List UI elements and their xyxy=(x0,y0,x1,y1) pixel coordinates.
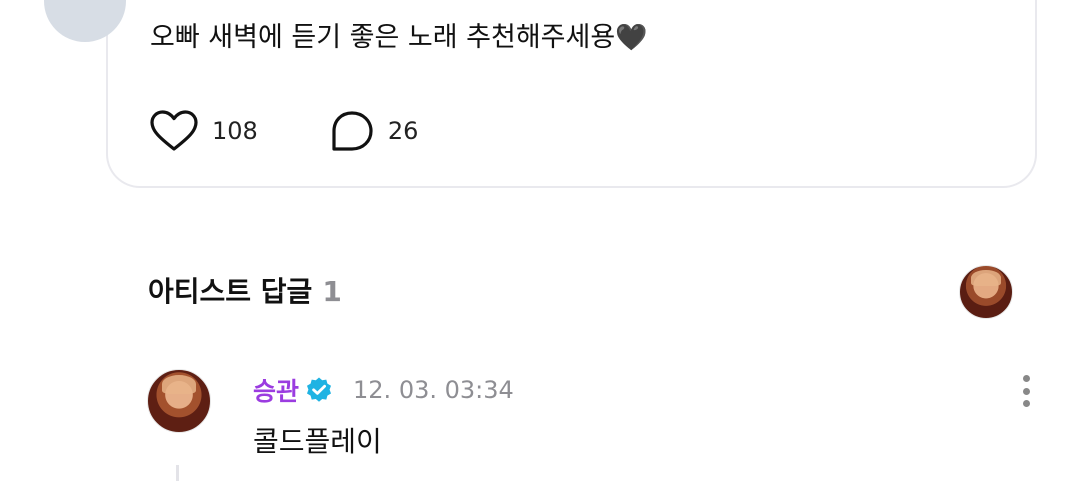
like-button[interactable]: 108 xyxy=(150,110,258,152)
black-heart-emoji: 🖤 xyxy=(615,23,648,53)
reply-thread-line xyxy=(176,465,179,481)
reply-author-name[interactable]: 승관 xyxy=(253,372,299,408)
artist-avatar-thumbnail[interactable] xyxy=(959,265,1013,319)
reply-header: 승관 12. 03. 03:34 xyxy=(253,372,514,408)
speech-bubble-icon xyxy=(332,111,373,151)
reply-text: 콜드플레이 xyxy=(253,425,382,458)
artist-replies-heading: 아티스트 답글 1 xyxy=(148,270,342,310)
artist-photo xyxy=(971,270,1001,286)
artist-replies-count: 1 xyxy=(322,275,342,308)
post-text: 오빠 새벽에 듣기 좋은 노래 추천해주세용🖤 xyxy=(150,18,648,58)
more-dot xyxy=(1022,375,1030,382)
heart-outline-icon xyxy=(150,110,198,151)
comment-button[interactable]: 26 xyxy=(330,110,419,152)
more-vertical-icon[interactable] xyxy=(1014,373,1038,409)
reply-author-avatar[interactable] xyxy=(147,369,211,433)
like-count: 108 xyxy=(212,117,258,145)
more-dot xyxy=(1022,387,1030,395)
fan-post-page: 오빠 새벽에 듣기 좋은 노래 추천해주세용🖤 108 26 아티스트 답글 1… xyxy=(0,0,1079,481)
comment-count: 26 xyxy=(387,117,419,145)
more-dot xyxy=(1022,400,1030,407)
post-actions: 108 26 xyxy=(150,108,418,154)
reply-timestamp: 12. 03. 03:34 xyxy=(353,376,514,404)
post-text-content: 오빠 새벽에 듣기 좋은 노래 추천해주세용 xyxy=(150,22,616,53)
verified-badge-icon xyxy=(307,377,332,402)
artist-replies-title: 아티스트 답글 xyxy=(148,275,313,308)
artist-photo xyxy=(161,374,197,394)
